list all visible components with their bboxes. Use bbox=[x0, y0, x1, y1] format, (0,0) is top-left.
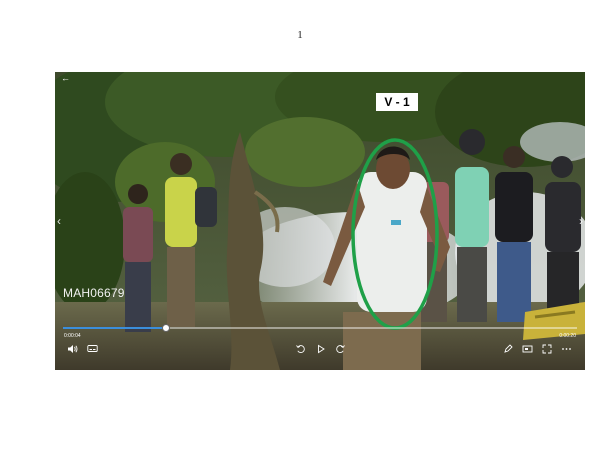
more-icon[interactable] bbox=[561, 344, 572, 354]
video-watermark: MAH06679 bbox=[63, 286, 125, 300]
fullscreen-icon[interactable] bbox=[542, 344, 552, 354]
annotation-label: V - 1 bbox=[376, 93, 418, 111]
skip-forward-icon[interactable] bbox=[335, 344, 346, 354]
skip-back-icon[interactable] bbox=[295, 344, 306, 354]
edit-icon[interactable] bbox=[503, 344, 513, 354]
seek-progress bbox=[63, 327, 166, 329]
play-icon[interactable] bbox=[316, 344, 326, 354]
chevron-left-icon[interactable]: ‹ bbox=[57, 214, 61, 228]
time-total: 0:00:20 bbox=[559, 333, 576, 339]
page-number: 1 bbox=[297, 29, 303, 41]
back-arrow-icon[interactable]: ← bbox=[61, 73, 70, 83]
video-player[interactable]: ← ‹ › V - 1 MAH06679 0:00:04 0:00:20 bbox=[55, 72, 585, 370]
subtitles-icon[interactable] bbox=[87, 344, 98, 354]
seek-thumb[interactable] bbox=[161, 324, 170, 332]
volume-icon[interactable] bbox=[67, 344, 78, 354]
time-current: 0:00:04 bbox=[64, 333, 81, 339]
chevron-right-icon[interactable]: › bbox=[579, 214, 583, 228]
playback-controls bbox=[55, 344, 585, 358]
aspect-ratio-icon[interactable] bbox=[522, 344, 533, 354]
video-frame bbox=[55, 72, 585, 370]
seek-bar[interactable] bbox=[63, 324, 577, 332]
